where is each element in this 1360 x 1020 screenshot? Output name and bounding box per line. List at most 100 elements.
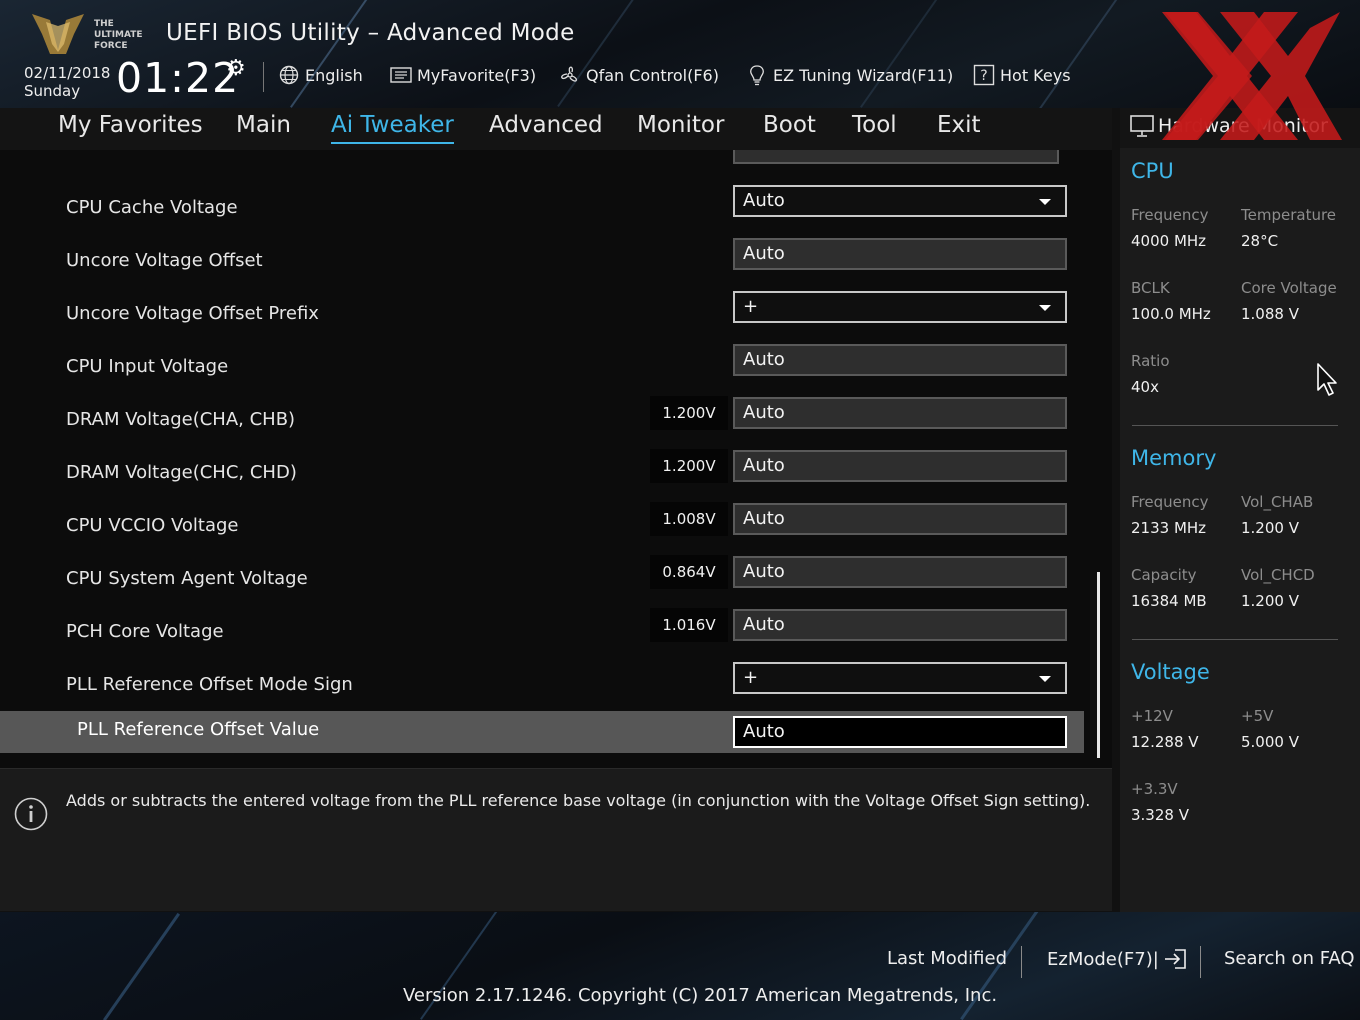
settings-row[interactable]: PCH Core Voltage 1.016V Auto	[0, 608, 1084, 658]
setting-value: Auto	[743, 243, 785, 264]
search-faq-button[interactable]: Search on FAQ	[1224, 948, 1355, 969]
current-voltage-badge: 1.200V	[650, 396, 728, 430]
setting-value: Auto	[743, 614, 785, 635]
footer-divider	[1021, 946, 1022, 978]
tab-main[interactable]: Main	[236, 112, 291, 138]
v12-label: +12V	[1131, 707, 1173, 725]
setting-label: PLL Reference Offset Value	[77, 719, 320, 740]
settings-row[interactable]: CPU VCCIO Voltage 1.008V Auto	[0, 502, 1084, 552]
current-voltage-badge: 1.016V	[650, 608, 728, 642]
uncore-voltage-offset-input[interactable]: Auto	[733, 238, 1067, 270]
settings-row[interactable]: Uncore Voltage Offset Prefix +	[0, 290, 1084, 340]
hot-keys-label: Hot Keys	[1000, 65, 1071, 85]
tab-monitor[interactable]: Monitor	[637, 112, 724, 138]
current-voltage-badge: 1.008V	[650, 502, 728, 536]
xx-watermark-logo	[1162, 12, 1342, 140]
hot-keys-button[interactable]: ? Hot Keys	[973, 64, 1071, 86]
vol-chab-value: 1.200 V	[1241, 519, 1299, 537]
setting-value: Auto	[743, 190, 785, 211]
myfavorite-button[interactable]: MyFavorite(F3)	[390, 64, 536, 86]
help-text: Adds or subtracts the entered voltage fr…	[66, 791, 1091, 810]
settings-row[interactable]: DRAM Voltage(CHA, CHB) 1.200V Auto	[0, 396, 1084, 446]
exit-arrow-icon	[1164, 949, 1186, 969]
setting-label: CPU VCCIO Voltage	[66, 515, 239, 536]
settings-row-selected[interactable]: PLL Reference Offset Value Auto	[0, 711, 1084, 753]
setting-label: CPU Input Voltage	[66, 356, 229, 377]
setting-label: CPU Cache Voltage	[66, 197, 238, 218]
settings-row[interactable]: Uncore Voltage Offset Auto	[0, 237, 1084, 287]
ez-tuning-wizard-button[interactable]: EZ Tuning Wizard(F11)	[746, 64, 953, 86]
qfan-control-button[interactable]: Qfan Control(F6)	[559, 64, 719, 86]
qfan-control-label: Qfan Control(F6)	[586, 65, 719, 85]
setting-value: Auto	[743, 455, 785, 476]
settings-row[interactable]: CPU Cache Voltage Auto	[0, 184, 1084, 234]
help-panel: Adds or subtracts the entered voltage fr…	[0, 768, 1112, 911]
cpu-temperature-label: Temperature	[1241, 206, 1337, 224]
v12-value: 12.288 V	[1131, 733, 1199, 751]
core-voltage-label: Core Voltage	[1241, 279, 1337, 297]
v33-label: +3.3V	[1131, 780, 1178, 798]
setting-value: Auto	[743, 402, 785, 423]
settings-row[interactable]: PLL Reference Offset Mode Sign +	[0, 661, 1084, 711]
info-icon	[14, 797, 48, 831]
section-divider	[1132, 639, 1338, 640]
dram-voltage-chcd-input[interactable]: Auto	[733, 450, 1067, 482]
lightbulb-icon	[746, 64, 768, 86]
settings-row-field-partial[interactable]	[733, 150, 1059, 164]
cpu-input-voltage-input[interactable]: Auto	[733, 344, 1067, 376]
ratio-label: Ratio	[1131, 352, 1170, 370]
setting-value: Auto	[743, 508, 785, 529]
clock-display[interactable]: 01:22	[116, 54, 239, 102]
cpu-vccio-voltage-input[interactable]: Auto	[733, 503, 1067, 535]
last-modified-button[interactable]: Last Modified	[887, 948, 1007, 969]
current-voltage-badge: 0.864V	[650, 555, 728, 589]
tab-tool[interactable]: Tool	[852, 112, 897, 138]
section-divider	[1132, 425, 1338, 426]
bclk-value: 100.0 MHz	[1131, 305, 1211, 323]
scrollbar[interactable]	[1097, 572, 1100, 758]
settings-row[interactable]: CPU System Agent Voltage 0.864V Auto	[0, 555, 1084, 605]
vol-chab-label: Vol_CHAB	[1241, 493, 1314, 511]
pll-reference-offset-mode-sign-dropdown[interactable]: +	[733, 662, 1067, 694]
cpu-cache-voltage-dropdown[interactable]: Auto	[733, 185, 1067, 217]
tab-ai-tweaker[interactable]: Ai Tweaker	[331, 112, 454, 144]
capacity-value: 16384 MB	[1131, 592, 1207, 610]
ezmode-label: EzMode(F7)|	[1047, 948, 1159, 970]
memory-heading: Memory	[1131, 446, 1217, 470]
svg-text:?: ?	[980, 68, 987, 84]
app-title: UEFI BIOS Utility – Advanced Mode	[166, 20, 575, 46]
setting-value: Auto	[743, 349, 785, 370]
svg-text:ULTIMATE: ULTIMATE	[94, 30, 143, 40]
tab-boot[interactable]: Boot	[763, 112, 816, 138]
capacity-label: Capacity	[1131, 566, 1197, 584]
cpu-system-agent-voltage-input[interactable]: Auto	[733, 556, 1067, 588]
vol-chcd-label: Vol_CHCD	[1241, 566, 1315, 584]
main-nav: My Favorites Main Ai Tweaker Advanced Mo…	[0, 108, 1112, 150]
tab-my-favorites[interactable]: My Favorites	[58, 112, 203, 138]
settings-row[interactable]: DRAM Voltage(CHC, CHD) 1.200V Auto	[0, 449, 1084, 499]
gear-icon[interactable]: ⚙	[226, 56, 246, 81]
fan-icon	[559, 64, 581, 86]
dram-voltage-chab-input[interactable]: Auto	[733, 397, 1067, 429]
cpu-frequency-label: Frequency	[1131, 206, 1209, 224]
globe-icon	[278, 64, 300, 86]
logo-text: THE	[94, 19, 114, 29]
pll-reference-offset-value-input[interactable]: Auto	[733, 716, 1067, 748]
header-bar: THE ULTIMATE FORCE UEFI BIOS Utility – A…	[0, 0, 1360, 108]
pch-core-voltage-input[interactable]: Auto	[733, 609, 1067, 641]
setting-label: DRAM Voltage(CHC, CHD)	[66, 462, 297, 483]
ratio-value: 40x	[1131, 378, 1159, 396]
monitor-icon	[1130, 115, 1154, 137]
settings-row[interactable]: CPU Input Voltage Auto	[0, 343, 1084, 393]
tab-exit[interactable]: Exit	[937, 112, 981, 138]
ez-tuning-wizard-label: EZ Tuning Wizard(F11)	[773, 65, 954, 85]
mouse-cursor-icon	[1317, 363, 1337, 396]
uncore-voltage-offset-prefix-dropdown[interactable]: +	[733, 291, 1067, 323]
setting-label: CPU System Agent Voltage	[66, 568, 308, 589]
v5-label: +5V	[1241, 707, 1274, 725]
language-button[interactable]: English	[278, 64, 363, 86]
ezmode-button[interactable]: EzMode(F7)|	[1047, 948, 1187, 970]
tuf-logo: THE ULTIMATE FORCE	[32, 14, 143, 54]
setting-label: PCH Core Voltage	[66, 621, 224, 642]
tab-advanced[interactable]: Advanced	[489, 112, 603, 138]
